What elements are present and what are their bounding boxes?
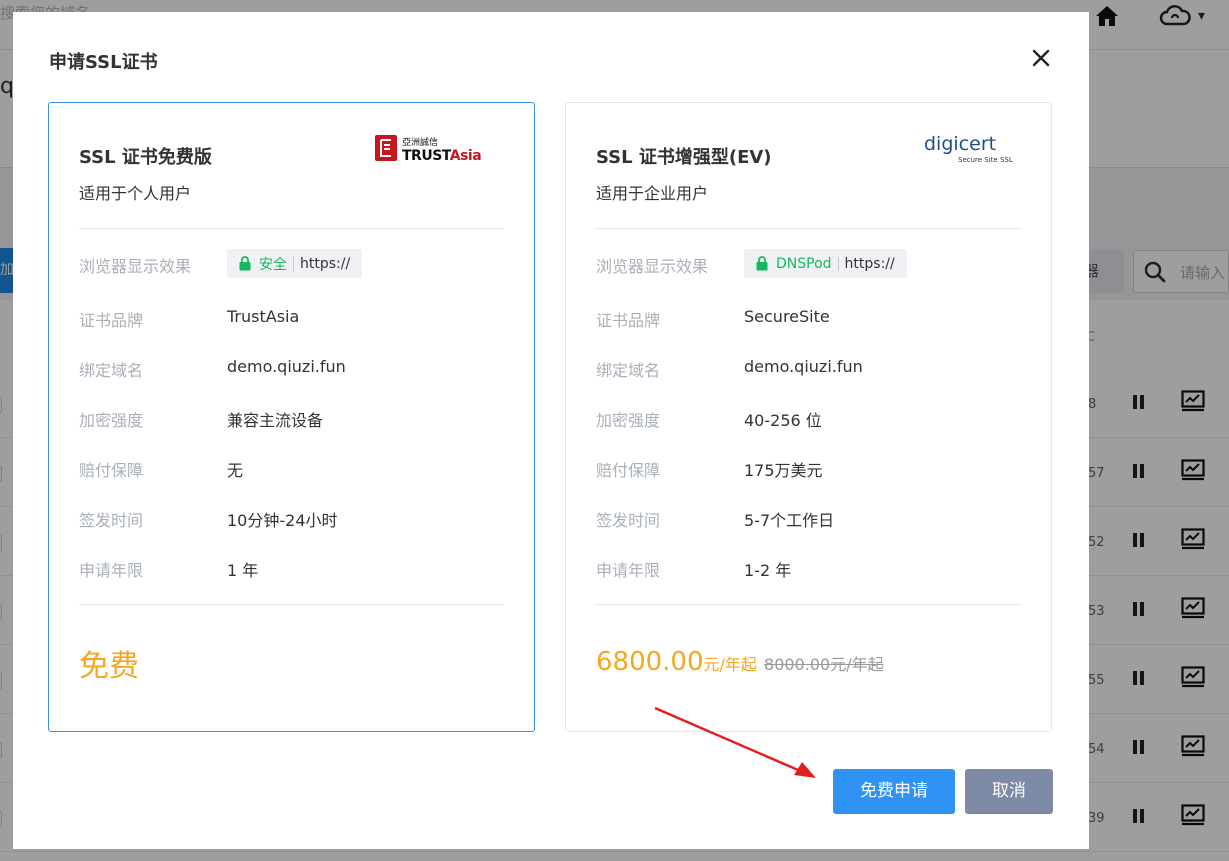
card-subtitle: 适用于企业用户 [596, 184, 709, 203]
browser-display-row: 浏览器显示效果 安全 https:// [79, 249, 509, 279]
divider [596, 228, 1021, 229]
svg-text:TRUSTAsia: TRUSTAsia [402, 148, 481, 163]
trustasia-logo: 亞洲誠信 TRUSTAsia [375, 133, 501, 164]
url-text: https:// [300, 255, 351, 272]
card-title: SSL 证书免费版 [79, 147, 212, 168]
brand-value: TrustAsia [227, 307, 300, 326]
lock-icon [239, 256, 251, 271]
svg-text:Secure Site SSL: Secure Site SSL [958, 156, 1013, 164]
lock-icon [756, 256, 768, 271]
encryption-value: 兼容主流设备 [227, 411, 324, 430]
period-value: 1 年 [227, 561, 259, 580]
card-subtitle: 适用于个人用户 [79, 184, 192, 203]
svg-text:digicert: digicert [924, 133, 996, 155]
issue-time-label: 签发时间 [79, 511, 144, 530]
period-label: 申请年限 [79, 561, 144, 580]
info-row: 绑定域名 demo.qiuzi.fun [596, 353, 1026, 383]
info-row: 赔付保障 无 [79, 453, 509, 483]
issue-time-value: 10分钟-24小时 [227, 511, 338, 530]
divider [596, 604, 1021, 605]
secure-badge-text: 安全 [259, 256, 287, 273]
info-row: 签发时间 10分钟-24小时 [79, 503, 509, 533]
svg-text:亞洲誠信: 亞洲誠信 [402, 136, 438, 148]
brand-value: SecureSite [744, 307, 830, 326]
browser-preview: DNSPod https:// [744, 249, 907, 278]
issue-time-value: 5-7个工作日 [744, 511, 835, 530]
separator [293, 256, 294, 271]
price-unit: 元/年起 [703, 655, 757, 674]
domain-value: demo.qiuzi.fun [744, 357, 863, 376]
domain-value: demo.qiuzi.fun [227, 357, 346, 376]
domain-label: 绑定域名 [596, 361, 661, 380]
url-text: https:// [844, 255, 895, 272]
warranty-label: 赔付保障 [79, 461, 144, 480]
card-title: SSL 证书增强型(EV) [596, 147, 772, 168]
period-value: 1-2 年 [744, 561, 792, 580]
domain-label: 绑定域名 [79, 361, 144, 380]
encryption-value: 40-256 位 [744, 411, 822, 430]
info-row: 加密强度 40-256 位 [596, 403, 1026, 433]
encryption-label: 加密强度 [79, 411, 144, 430]
brand-label: 证书品牌 [596, 311, 661, 330]
info-row: 申请年限 1-2 年 [596, 553, 1026, 583]
original-price: 8000.00元/年起 [764, 655, 884, 674]
encryption-label: 加密强度 [596, 411, 661, 430]
card-ev-ssl[interactable]: SSL 证书增强型(EV) 适用于企业用户 digicert Secure Si… [565, 102, 1052, 732]
info-row: 加密强度 兼容主流设备 [79, 403, 509, 433]
ssl-certificate-dialog: 申请SSL证书 SSL 证书免费版 适用于个人用户 亞洲誠信 TRUSTAsia… [13, 12, 1089, 849]
warranty-value: 无 [227, 461, 244, 480]
browser-display-row: 浏览器显示效果 DNSPod https:// [596, 249, 1026, 279]
brand-label: 证书品牌 [79, 311, 144, 330]
price-value: 6800.00 [596, 647, 704, 677]
separator [837, 256, 839, 271]
digicert-logo: digicert Secure Site SSL [924, 133, 1024, 165]
info-row: 绑定域名 demo.qiuzi.fun [79, 353, 509, 383]
browser-display-label: 浏览器显示效果 [596, 257, 709, 276]
ev-org-badge-text: DNSPod [776, 255, 832, 272]
info-row: 证书品牌 SecureSite [596, 303, 1026, 333]
price-free: 免费 [79, 649, 139, 684]
warranty-label: 赔付保障 [596, 461, 661, 480]
close-icon[interactable] [1030, 47, 1052, 69]
info-row: 赔付保障 175万美元 [596, 453, 1026, 483]
cancel-button[interactable]: 取消 [965, 769, 1053, 814]
info-row: 签发时间 5-7个工作日 [596, 503, 1026, 533]
divider [79, 228, 504, 229]
period-label: 申请年限 [596, 561, 661, 580]
free-apply-button[interactable]: 免费申请 [833, 769, 955, 814]
price-block: 6800.00元/年起 8000.00元/年起 [596, 647, 884, 677]
divider [79, 604, 504, 605]
card-free-ssl[interactable]: SSL 证书免费版 适用于个人用户 亞洲誠信 TRUSTAsia 浏览器显示效果… [48, 102, 535, 732]
info-row: 证书品牌 TrustAsia [79, 303, 509, 333]
info-row: 申请年限 1 年 [79, 553, 509, 583]
issue-time-label: 签发时间 [596, 511, 661, 530]
browser-display-label: 浏览器显示效果 [79, 257, 192, 276]
dialog-title: 申请SSL证书 [49, 52, 158, 73]
warranty-value: 175万美元 [744, 461, 823, 480]
annotation-arrow-icon [654, 706, 816, 778]
browser-preview: 安全 https:// [227, 249, 363, 278]
